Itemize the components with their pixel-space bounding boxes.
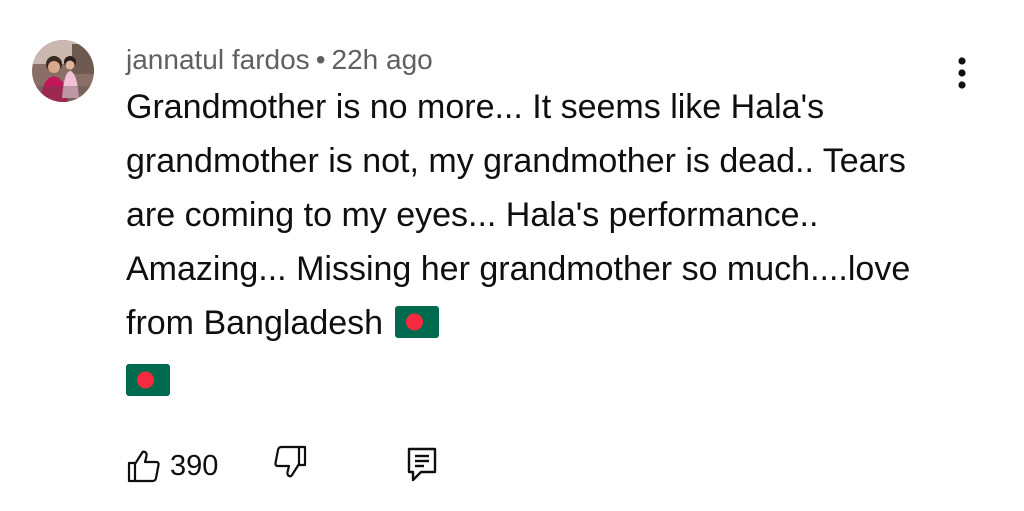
comment-text: Grandmother is no more... It seems like … [126,88,911,342]
thumbs-up-icon [127,450,160,483]
comment-timestamp[interactable]: 22h ago [332,44,433,75]
reply-button[interactable] [406,446,438,489]
like-count: 390 [170,450,219,482]
reply-comment-icon [407,447,437,482]
thumbs-down-icon [274,445,307,478]
more-vertical-icon [958,57,966,89]
author-name[interactable]: jannatul fardos [126,44,310,75]
flag-bangladesh-icon [394,300,439,354]
dislike-button[interactable] [272,444,308,485]
avatar[interactable] [32,40,94,102]
comment-meta: jannatul fardos • 22h ago [126,40,433,80]
comment-thread: jannatul fardos • 22h ago Grandmother is n… [0,0,1024,511]
flag-bangladesh-icon [126,358,170,412]
avatar-photo-icon [32,40,94,102]
comment-body: Grandmother is no more... It seems like … [126,80,956,408]
like-button[interactable]: 390 [126,444,218,488]
meta-separator: • [315,44,326,75]
